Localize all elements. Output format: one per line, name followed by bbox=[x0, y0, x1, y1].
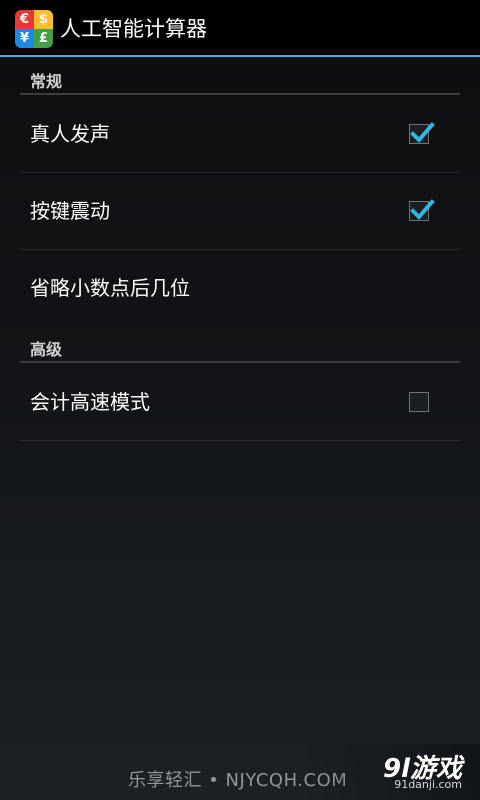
app-icon[interactable]: € $ ¥ £ bbox=[15, 10, 53, 48]
pref-decimal-places[interactable]: 省略小数点后几位 bbox=[20, 250, 460, 327]
voice-checkbox[interactable] bbox=[409, 122, 435, 144]
category-general: 常规 bbox=[20, 59, 460, 95]
pref-accounting-mode[interactable]: 会计高速模式 bbox=[20, 364, 460, 441]
category-label: 常规 bbox=[30, 72, 63, 91]
app-title: 人工智能计算器 bbox=[60, 17, 207, 41]
pref-voice[interactable]: 真人发声 bbox=[20, 96, 460, 173]
pref-label: 真人发声 bbox=[30, 122, 110, 146]
euro-icon: € bbox=[15, 10, 34, 29]
category-advanced: 高级 bbox=[20, 327, 460, 363]
pref-label: 按键震动 bbox=[30, 199, 110, 223]
accounting-mode-checkbox[interactable] bbox=[409, 392, 429, 412]
checkmark-icon bbox=[410, 122, 435, 143]
pref-label: 会计高速模式 bbox=[30, 390, 150, 414]
pound-icon: £ bbox=[34, 29, 53, 48]
watermark-url: 91danji.com bbox=[394, 778, 462, 791]
category-label: 高级 bbox=[30, 340, 63, 359]
pref-vibration[interactable]: 按键震动 bbox=[20, 173, 460, 250]
vibration-checkbox[interactable] bbox=[409, 199, 435, 221]
watermark-logo-area: 9l游戏 91danji.com bbox=[300, 744, 480, 800]
yen-icon: ¥ bbox=[15, 29, 34, 48]
checkmark-icon bbox=[410, 199, 435, 220]
action-bar: € $ ¥ £ 人工智能计算器 bbox=[0, 0, 480, 57]
dollar-icon: $ bbox=[34, 10, 53, 29]
pref-label: 省略小数点后几位 bbox=[30, 276, 190, 300]
